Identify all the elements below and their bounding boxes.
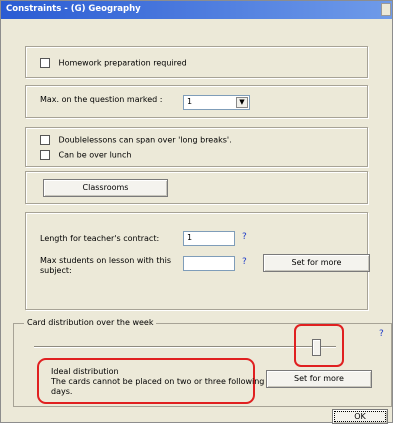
max-students-label-2: subject:	[40, 266, 72, 275]
doublelessons-label: Doublelessons can span over 'long breaks…	[58, 135, 232, 145]
max-students-help-icon[interactable]: ?	[242, 257, 247, 267]
teacher-section: Length for teacher's contract: 1 ? Max s…	[25, 212, 370, 310]
max-marked-label: Max. on the question marked :	[40, 95, 163, 104]
slider-highlight-ring	[294, 324, 344, 367]
homework-checkbox-row[interactable]: Homework preparation required	[40, 58, 187, 68]
max-students-label-1: Max students on lesson with this	[40, 256, 171, 265]
window-title: Constraints - (G) Geography	[6, 4, 141, 14]
homework-label: Homework preparation required	[58, 58, 187, 68]
classrooms-section: Classrooms	[25, 171, 368, 204]
chevron-down-icon[interactable]: ▼	[236, 97, 248, 108]
breaks-section: Doublelessons can span over 'long breaks…	[25, 127, 368, 167]
classrooms-button[interactable]: Classrooms	[43, 179, 168, 197]
distribution-help-icon[interactable]: ?	[379, 329, 384, 339]
ok-button[interactable]: OK	[332, 409, 388, 424]
lunch-row[interactable]: Can be over lunch	[40, 150, 131, 160]
distribution-group-label: Card distribution over the week	[24, 318, 157, 327]
max-marked-select[interactable]: 1 ▼	[183, 95, 250, 110]
contract-label: Length for teacher's contract:	[40, 234, 160, 243]
distribution-description-1: The cards cannot be placed on two or thr…	[51, 377, 265, 386]
distribution-set-for-more-button[interactable]: Set for more	[266, 370, 372, 388]
title-bar: Constraints - (G) Geography	[1, 1, 392, 19]
lunch-checkbox[interactable]	[40, 150, 50, 160]
teacher-set-for-more-button[interactable]: Set for more	[263, 254, 370, 272]
homework-checkbox[interactable]	[40, 58, 50, 68]
contract-input[interactable]: 1	[183, 231, 235, 246]
distribution-title: Ideal distribution	[51, 367, 119, 376]
constraints-dialog: Constraints - (G) Geography Homework pre…	[0, 0, 393, 424]
lunch-label: Can be over lunch	[58, 150, 132, 160]
contract-help-icon[interactable]: ?	[242, 232, 247, 242]
max-marked-section: Max. on the question marked : 1 ▼	[25, 85, 368, 118]
doublelessons-checkbox[interactable]	[40, 135, 50, 145]
distribution-slider-track[interactable]	[34, 346, 336, 348]
max-marked-value: 1	[187, 97, 193, 106]
close-icon[interactable]	[381, 3, 391, 16]
doublelessons-row[interactable]: Doublelessons can span over 'long breaks…	[40, 135, 232, 145]
distribution-description-2: days.	[51, 387, 73, 396]
homework-section: Homework preparation required	[25, 46, 368, 78]
max-students-input[interactable]	[183, 256, 235, 271]
